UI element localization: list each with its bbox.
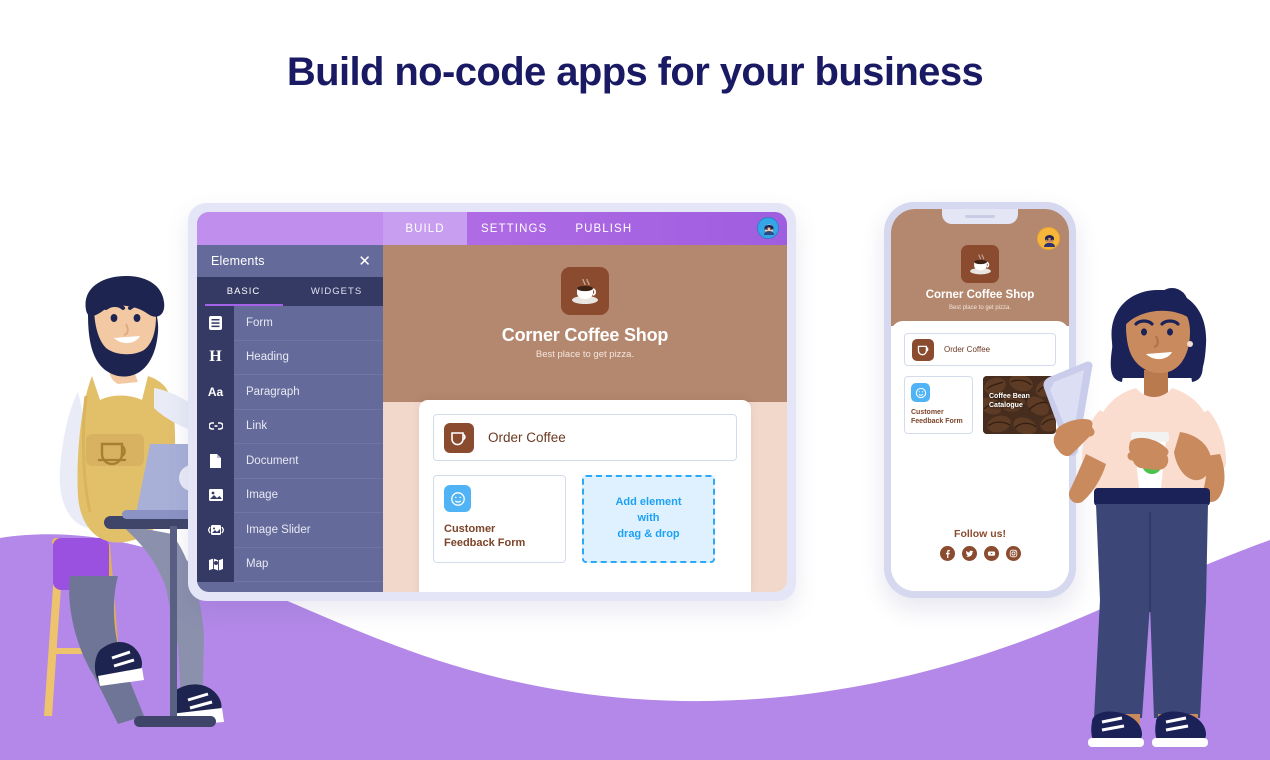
app-preview-canvas: Corner Coffee Shop Best place to get piz… <box>383 245 787 592</box>
sidebar-item-label: Paragraph <box>246 385 300 398</box>
smiley-face-icon <box>444 485 471 512</box>
coffee-mug-icon <box>912 338 934 361</box>
form-icon <box>197 305 234 340</box>
image-icon <box>197 478 234 513</box>
drag-drop-placeholder[interactable]: Add element with drag & drop <box>582 475 715 563</box>
builder-screen: BUILD SETTINGS PUBLISH Elements ✕ BASIC … <box>197 212 787 592</box>
sidebar-item-image-slider[interactable]: Image Slider <box>197 512 383 548</box>
phone-feedback-label: Customer Feedback Form <box>911 408 966 427</box>
sidebar-tabs: BASIC WIDGETS <box>197 277 383 306</box>
preview-tagline: Best place to get pizza. <box>535 349 635 360</box>
paragraph-icon: Aa <box>197 374 234 409</box>
twitter-icon[interactable] <box>961 546 977 561</box>
sidebar-item-document[interactable]: Document <box>197 443 383 479</box>
sidebar-item-label: Document <box>246 454 299 467</box>
sidebar-item-label: Image Slider <box>246 523 311 536</box>
user-avatar-icon[interactable] <box>757 217 779 239</box>
phone-notch <box>942 209 1018 224</box>
builder-window: BUILD SETTINGS PUBLISH Elements ✕ BASIC … <box>188 203 796 601</box>
page-title: Build no-code apps for your business <box>286 50 984 94</box>
phone-catalogue-line2: Catalogue <box>989 402 1023 410</box>
map-icon <box>197 547 234 582</box>
sidebar-item-label: Image <box>246 489 278 502</box>
sidebar-tab-basic[interactable]: BASIC <box>197 277 290 306</box>
dropzone-line1: Add element <box>615 496 682 509</box>
smiley-face-icon <box>911 383 930 402</box>
image-slider-icon <box>197 512 234 547</box>
phone-feedback-line1: Customer <box>911 409 944 416</box>
tab-build[interactable]: BUILD <box>383 212 467 245</box>
phone-customer-feedback-form[interactable]: Customer Feedback Form <box>904 376 973 434</box>
sidebar-item-label: Form <box>246 316 273 329</box>
phone-speaker-bar <box>965 215 995 218</box>
coffee-cup-logo <box>961 245 999 283</box>
coffee-cup-logo <box>561 267 609 315</box>
user-avatar-icon[interactable] <box>1037 227 1060 250</box>
sidebar-item-label: Map <box>246 558 269 571</box>
tab-publish[interactable]: PUBLISH <box>561 212 646 245</box>
coffee-mug-icon <box>444 422 474 453</box>
feedback-label-line2: Feedback Form <box>444 537 526 550</box>
youtube-icon[interactable] <box>983 546 999 561</box>
elements-sidebar: Elements ✕ BASIC WIDGETS Form H Heading … <box>197 245 383 592</box>
document-icon <box>197 443 234 478</box>
phone-catalogue-label: Coffee Bean Catalogue <box>989 392 1030 411</box>
element-feedback-label: Customer Feedback Form <box>444 522 555 551</box>
dropzone-line2: with <box>637 512 660 525</box>
builder-topbar: BUILD SETTINGS PUBLISH <box>197 212 787 245</box>
instagram-icon[interactable] <box>1005 546 1021 561</box>
sidebar-item-image[interactable]: Image <box>197 478 383 513</box>
link-icon <box>197 409 234 444</box>
sidebar-item-map[interactable]: Map <box>197 547 383 582</box>
close-icon[interactable]: ✕ <box>358 254 371 269</box>
sidebar-item-paragraph[interactable]: Aa Paragraph <box>197 374 383 410</box>
heading-icon: H <box>197 340 234 375</box>
phone-feedback-line2: Feedback Form <box>911 418 963 426</box>
element-order-coffee-label: Order Coffee <box>488 430 566 445</box>
sidebar-item-link[interactable]: Link <box>197 409 383 444</box>
sidebar-item-form[interactable]: Form <box>197 305 383 341</box>
element-customer-feedback-form[interactable]: Customer Feedback Form <box>433 475 566 563</box>
preview-card-row: Customer Feedback Form Add element with … <box>433 475 737 563</box>
sidebar-tab-widgets[interactable]: WIDGETS <box>290 277 383 306</box>
feedback-label-line1: Customer <box>444 523 496 535</box>
element-order-coffee[interactable]: Order Coffee <box>433 414 737 461</box>
topbar-left-spacer <box>197 212 383 245</box>
facebook-icon[interactable] <box>939 546 955 561</box>
preview-content-card: Order Coffee Customer Feedback Form Add … <box>419 400 751 592</box>
dropzone-line3: drag & drop <box>617 527 680 540</box>
illustration-woman-with-phone <box>1043 288 1226 747</box>
sidebar-item-label: Heading <box>246 351 289 364</box>
active-tab-underline <box>205 303 283 306</box>
sidebar-header: Elements ✕ <box>197 245 383 277</box>
phone-order-coffee-label: Order Coffee <box>944 345 991 354</box>
page-root: Build no-code apps for your business BUI… <box>0 0 1270 760</box>
tab-settings[interactable]: SETTINGS <box>467 212 561 245</box>
sidebar-item-heading[interactable]: H Heading <box>197 340 383 375</box>
preview-shop-name: Corner Coffee Shop <box>501 325 669 345</box>
sidebar-item-label: Link <box>246 420 268 433</box>
elements-list: Form H Heading Aa Paragraph Link Documen… <box>197 305 383 582</box>
phone-catalogue-line1: Coffee Bean <box>989 393 1030 400</box>
sidebar-title: Elements <box>211 254 265 268</box>
